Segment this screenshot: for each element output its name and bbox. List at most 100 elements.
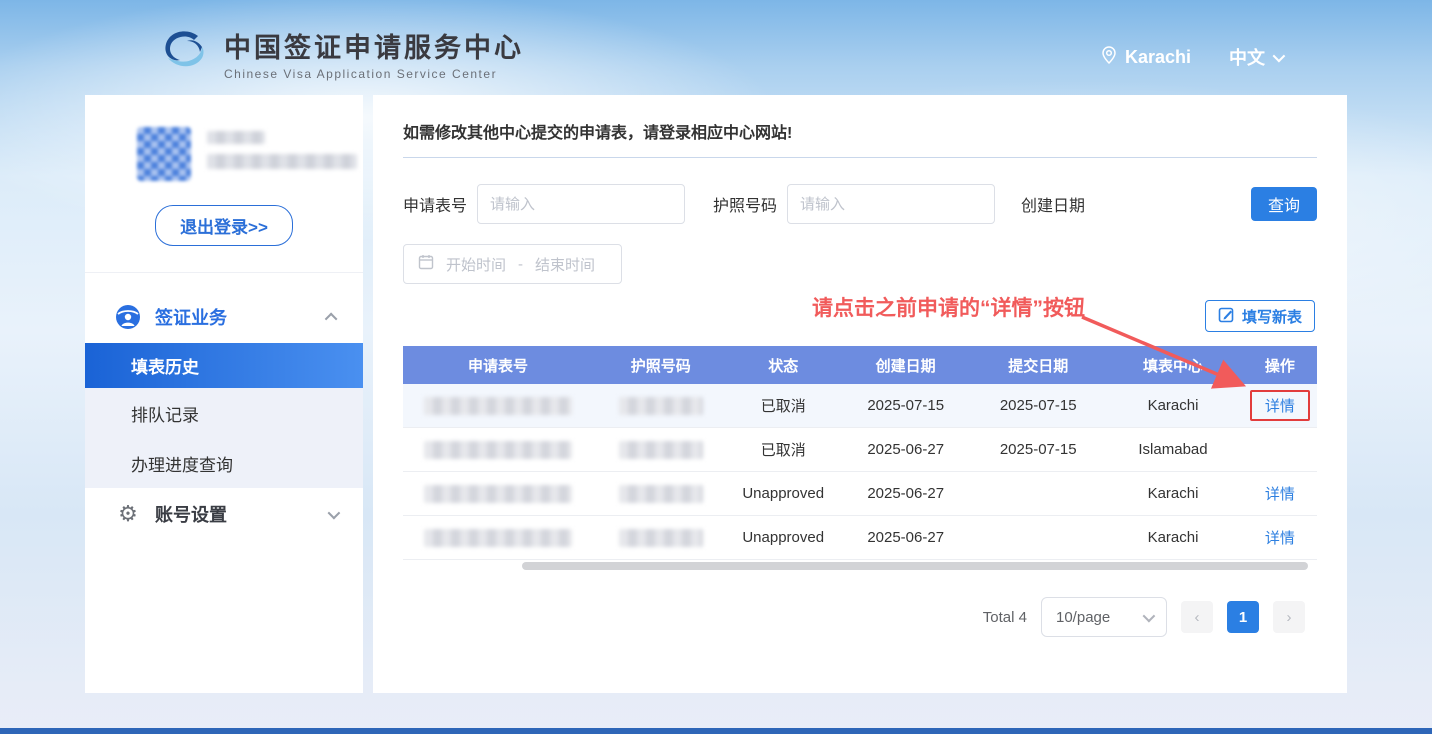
sidebar-item-queue-records[interactable]: 排队记录: [85, 388, 363, 438]
form-no-redacted: [424, 485, 572, 503]
sidebar-group-visa-label: 签证业务: [155, 304, 328, 330]
main-panel: 如需修改其他中心提交的申请表，请登录相应中心网站! 申请表号 护照号码 创建日期…: [373, 95, 1347, 693]
status-cell: 已取消: [728, 395, 838, 416]
col-center: 填表中心: [1103, 355, 1243, 376]
form-no-input[interactable]: [477, 184, 685, 224]
passport-no-label: 护照号码: [713, 192, 777, 216]
daterange-row: 开始时间 - 结束时间: [373, 224, 1347, 284]
edit-icon: [1218, 306, 1235, 327]
detail-link[interactable]: 详情: [1265, 527, 1295, 548]
chevron-down-icon: [1273, 49, 1286, 62]
user-info-redacted: [207, 127, 357, 169]
form-no-redacted: [424, 529, 572, 547]
user-box: 退出登录>>: [85, 95, 363, 273]
action-row: 请点击之前申请的“详情”按钮 填写新表: [373, 284, 1347, 346]
location-selector[interactable]: Karachi: [1101, 46, 1191, 69]
applications-table: 申请表号 护照号码 状态 创建日期 提交日期 填表中心 操作 已取消 2025-…: [403, 346, 1317, 571]
cvasc-logo-icon: [158, 28, 210, 79]
submitted-cell: 2025-07-15: [973, 441, 1103, 458]
user-detail-redacted: [207, 154, 357, 169]
center-cell: Karachi: [1103, 529, 1243, 546]
sidebar-item-progress-inquiry[interactable]: 办理进度查询: [85, 438, 363, 488]
sidebar-group-visa-services[interactable]: 签证业务: [85, 291, 363, 343]
status-cell: Unapproved: [728, 485, 838, 502]
sidebar-group-account-label: 账号设置: [155, 501, 328, 527]
passport-no-redacted: [619, 441, 703, 459]
chevron-down-icon: [1143, 609, 1156, 622]
col-form-no: 申请表号: [403, 355, 593, 376]
center-cell: Islamabad: [1103, 441, 1243, 458]
page-number-button[interactable]: 1: [1227, 601, 1259, 633]
filter-bar: 申请表号 护照号码 创建日期 查询: [373, 158, 1347, 224]
next-page-button[interactable]: ›: [1273, 601, 1305, 633]
horizontal-scrollbar[interactable]: [403, 562, 1317, 571]
passport-no-redacted: [619, 485, 703, 503]
form-no-label: 申请表号: [403, 192, 467, 216]
col-created: 创建日期: [838, 355, 973, 376]
location-label: Karachi: [1125, 47, 1191, 68]
new-form-button[interactable]: 填写新表: [1205, 300, 1315, 332]
table-row: Unapproved 2025-06-27 Karachi 详情: [403, 472, 1317, 516]
sidebar-item-progress-inquiry-label: 办理进度查询: [131, 451, 233, 476]
brand: 中国签证申请服务中心 Chinese Visa Application Serv…: [158, 26, 524, 81]
language-selector[interactable]: 中文: [1229, 44, 1282, 70]
col-action: 操作: [1243, 355, 1317, 376]
prev-page-button[interactable]: ‹: [1181, 601, 1213, 633]
col-submitted: 提交日期: [973, 355, 1103, 376]
logout-button[interactable]: 退出登录>>: [155, 205, 293, 246]
page: 中国签证申请服务中心 Chinese Visa Application Serv…: [0, 0, 1432, 734]
col-passport-no: 护照号码: [593, 355, 728, 376]
pagination: Total 4 10/page ‹ 1 ›: [373, 571, 1347, 637]
passport-no-input[interactable]: [787, 184, 995, 224]
sidebar-item-form-history-label: 填表历史: [131, 353, 199, 378]
total-count-label: Total 4: [983, 609, 1027, 626]
gear-icon: ⚙: [115, 501, 141, 527]
calendar-icon: [418, 254, 434, 274]
chevron-down-icon: [328, 506, 341, 519]
header: 中国签证申请服务中心 Chinese Visa Application Serv…: [0, 0, 1432, 95]
form-no-redacted: [424, 397, 572, 415]
detail-highlight-box: 详情: [1250, 390, 1310, 421]
annotation-text: 请点击之前申请的“详情”按钮: [812, 292, 1085, 322]
location-pin-icon: [1101, 46, 1117, 69]
user-name-redacted: [207, 131, 265, 144]
created-cell: 2025-07-15: [838, 397, 973, 414]
detail-link[interactable]: 详情: [1265, 398, 1295, 415]
notice-text: 如需修改其他中心提交的申请表，请登录相应中心网站!: [373, 95, 1347, 143]
scrollbar-thumb[interactable]: [522, 562, 1308, 570]
search-button[interactable]: 查询: [1251, 187, 1317, 221]
detail-link[interactable]: 详情: [1265, 483, 1295, 504]
table-header-row: 申请表号 护照号码 状态 创建日期 提交日期 填表中心 操作: [403, 346, 1317, 384]
center-cell: Karachi: [1103, 397, 1243, 414]
brand-title-en: Chinese Visa Application Service Center: [224, 67, 524, 81]
avatar: [137, 127, 191, 181]
page-size-select[interactable]: 10/page: [1041, 597, 1167, 637]
passport-no-redacted: [619, 529, 703, 547]
date-range-picker[interactable]: 开始时间 - 结束时间: [403, 244, 622, 284]
sidebar-item-queue-records-label: 排队记录: [131, 401, 199, 426]
language-label: 中文: [1229, 44, 1265, 70]
date-start-placeholder: 开始时间: [446, 254, 506, 275]
brand-title-cn: 中国签证申请服务中心: [224, 26, 524, 65]
date-end-placeholder: 结束时间: [535, 254, 595, 275]
created-cell: 2025-06-27: [838, 485, 973, 502]
header-right: Karachi 中文: [1101, 44, 1282, 70]
submitted-cell: 2025-07-15: [973, 397, 1103, 414]
footer-bar: [0, 728, 1432, 734]
sidebar: 退出登录>> 签证业务 填表历史 排队记录: [85, 95, 363, 693]
created-cell: 2025-06-27: [838, 441, 973, 458]
form-no-redacted: [424, 441, 572, 459]
sidebar-menu: 签证业务 填表历史 排队记录 办理进度查询 ⚙ 账号设置: [85, 291, 363, 540]
page-size-value: 10/page: [1056, 609, 1110, 626]
status-cell: Unapproved: [728, 529, 838, 546]
center-cell: Karachi: [1103, 485, 1243, 502]
status-cell: 已取消: [728, 439, 838, 460]
sidebar-item-form-history[interactable]: 填表历史: [85, 343, 363, 388]
brand-text: 中国签证申请服务中心 Chinese Visa Application Serv…: [224, 26, 524, 81]
created-cell: 2025-06-27: [838, 529, 973, 546]
table-row: 已取消 2025-07-15 2025-07-15 Karachi 详情: [403, 384, 1317, 428]
col-status: 状态: [728, 355, 838, 376]
table-row: Unapproved 2025-06-27 Karachi 详情: [403, 516, 1317, 560]
globe-user-icon: [115, 304, 141, 330]
sidebar-group-account-settings[interactable]: ⚙ 账号设置: [85, 488, 363, 540]
